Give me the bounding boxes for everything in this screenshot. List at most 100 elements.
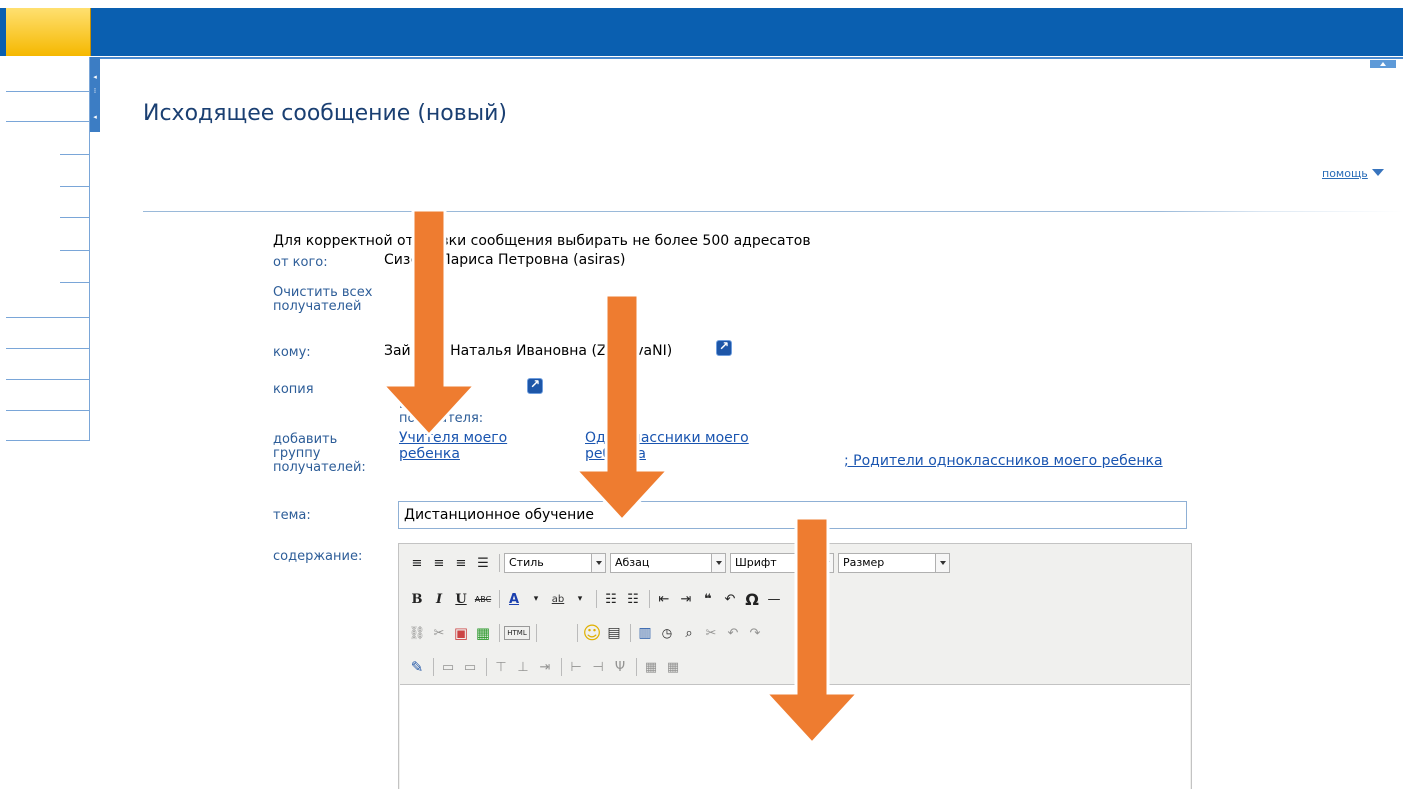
bold-icon[interactable]: B — [407, 589, 427, 609]
logo-block[interactable] — [6, 8, 91, 56]
sidebar-divider — [6, 121, 90, 122]
group-label: добавить группу получателей: — [273, 432, 366, 475]
sidebar-divider — [60, 282, 90, 283]
top-bar — [0, 8, 1403, 56]
chevron-down-icon — [935, 554, 949, 572]
chevron-down-icon[interactable]: ▾ — [570, 589, 590, 609]
cc-hint: Копия получателя: — [399, 397, 484, 426]
toolbar-separator — [636, 658, 637, 676]
sidebar-divider — [6, 317, 90, 318]
align-justify-icon[interactable]: ☰ — [473, 553, 493, 573]
split-cells-icon[interactable]: ▦ — [663, 657, 683, 677]
style-select-value: Стиль — [509, 556, 544, 569]
size-select[interactable]: Размер — [838, 553, 950, 573]
from-value: Сизова Лариса Петровна (asiras) — [384, 252, 626, 268]
grip-icon: ⁞ — [93, 87, 97, 95]
unlink-icon[interactable]: ✂ — [429, 623, 449, 643]
html-source-icon[interactable]: HTML — [504, 626, 530, 640]
top-rule — [90, 57, 1403, 59]
indent-icon[interactable]: ⇥ — [676, 589, 696, 609]
outdent-icon[interactable]: ⇤ — [654, 589, 674, 609]
col-before-icon[interactable]: ⊢ — [566, 657, 586, 677]
sidebar-divider — [60, 186, 90, 187]
editor-content-area[interactable] — [400, 684, 1190, 789]
toolbar-separator — [499, 554, 500, 572]
anchor-icon[interactable]: ▣ — [451, 623, 471, 643]
image-icon[interactable]: ▦ — [473, 623, 493, 643]
group-link-parents[interactable]: ; Родители одноклассников моего ребенка — [844, 453, 1163, 469]
align-right-icon[interactable]: ≡ — [451, 553, 471, 573]
bullet-list-icon[interactable]: ☷ — [601, 589, 621, 609]
highlight-color-icon[interactable]: ab — [548, 589, 568, 609]
special-char-icon[interactable]: Ω — [742, 589, 762, 609]
redo-icon[interactable]: ↷ — [745, 623, 765, 643]
size-select-value: Размер — [843, 556, 885, 569]
scroll-up-icon[interactable] — [1370, 60, 1396, 68]
edit-css-icon[interactable]: ✎ — [407, 657, 427, 677]
toolbar-separator — [499, 590, 500, 608]
toolbar-separator — [499, 624, 500, 642]
col-after-icon[interactable]: ⊣ — [588, 657, 608, 677]
group-link-parents-text[interactable]: ; Родители одноклассников моего ребенка — [844, 453, 1163, 469]
content-label: содержание: — [273, 549, 363, 564]
delete-row-icon[interactable]: ⇥ — [535, 657, 555, 677]
insert-time-icon[interactable]: ◷ — [657, 623, 677, 643]
table-cell-props-icon[interactable]: ▭ — [460, 657, 480, 677]
toolbar-separator — [486, 658, 487, 676]
delete-col-icon[interactable]: Ψ — [610, 657, 630, 677]
underline-icon[interactable]: U — [451, 589, 471, 609]
toolbar-separator — [433, 658, 434, 676]
toolbar-separator — [630, 624, 631, 642]
horizontal-rule-icon[interactable]: — — [764, 589, 784, 609]
help-link[interactable]: помощь — [1322, 167, 1368, 180]
toolbar-separator — [596, 590, 597, 608]
italic-icon[interactable]: I — [429, 589, 449, 609]
group-link-classmates[interactable]: Одноклассники моего ребенка — [585, 430, 775, 462]
sidebar-divider — [6, 91, 90, 92]
sidebar-divider — [6, 440, 90, 441]
row-after-icon[interactable]: ⊥ — [513, 657, 533, 677]
style-select[interactable]: Стиль — [504, 553, 606, 573]
clear-recipients-link[interactable]: Очистить всех получателей — [273, 286, 393, 314]
undo-icon[interactable]: ↶ — [723, 623, 743, 643]
editor-toolbar-row-4: ✎ ▭ ▭ ⊤ ⊥ ⇥ ⊢ ⊣ Ψ ▦ ▦ — [407, 655, 685, 679]
cut-icon[interactable]: ✂ — [701, 623, 721, 643]
align-left-icon[interactable]: ≡ — [407, 553, 427, 573]
select-recipient-icon[interactable] — [716, 339, 732, 356]
align-center-icon[interactable]: ≡ — [429, 553, 449, 573]
sidebar-collapse-handle[interactable]: ◂ ⁞ ◂ — [90, 57, 100, 132]
group-link-teachers[interactable]: Учителя моего ребенка — [399, 430, 539, 462]
to-value: Зайцева Наталья Ивановна (ZaicevaNI) — [384, 343, 673, 359]
format-select-value: Абзац — [615, 556, 650, 569]
sidebar-divider — [6, 348, 90, 349]
link-icon[interactable]: ⛓ — [407, 623, 427, 643]
subject-input[interactable] — [398, 501, 1187, 529]
sidebar — [6, 57, 90, 441]
chevron-down-icon — [711, 554, 725, 572]
text-color-icon[interactable]: A — [504, 589, 524, 609]
numbered-list-icon[interactable]: ☷ — [623, 589, 643, 609]
table-row-props-icon[interactable]: ▭ — [438, 657, 458, 677]
to-label: кому: — [273, 345, 311, 360]
chevron-left-icon: ◂ — [93, 73, 97, 81]
merge-cells-icon[interactable]: ▦ — [641, 657, 661, 677]
insert-date-icon[interactable]: ▥ — [635, 623, 655, 643]
row-before-icon[interactable]: ⊤ — [491, 657, 511, 677]
caret-down-icon[interactable] — [1372, 169, 1384, 176]
blockquote-icon[interactable]: ❝ — [698, 589, 718, 609]
emoticon-icon[interactable]: ☺ — [582, 623, 602, 644]
sidebar-divider — [6, 379, 90, 380]
chevron-left-icon: ◂ — [93, 113, 97, 121]
editor-toolbar-row-1: ≡ ≡ ≡ ☰ Стиль Абзац Шрифт Размер — [407, 551, 954, 575]
media-icon[interactable]: ▤ — [604, 623, 624, 643]
preview-icon[interactable]: ⌕ — [679, 623, 699, 643]
font-select[interactable]: Шрифт — [730, 553, 834, 573]
chevron-down-icon[interactable]: ▾ — [526, 589, 546, 609]
format-select[interactable]: Абзац — [610, 553, 726, 573]
undo-icon[interactable]: ↶ — [720, 589, 740, 609]
page-title: Исходящее сообщение (новый) — [143, 101, 507, 126]
select-cc-icon[interactable] — [527, 377, 543, 394]
strikethrough-icon[interactable]: ABC — [473, 589, 493, 609]
chevron-down-icon — [819, 554, 833, 572]
recipient-limit-notice: Для корректной отправки сообщения выбира… — [273, 233, 811, 249]
